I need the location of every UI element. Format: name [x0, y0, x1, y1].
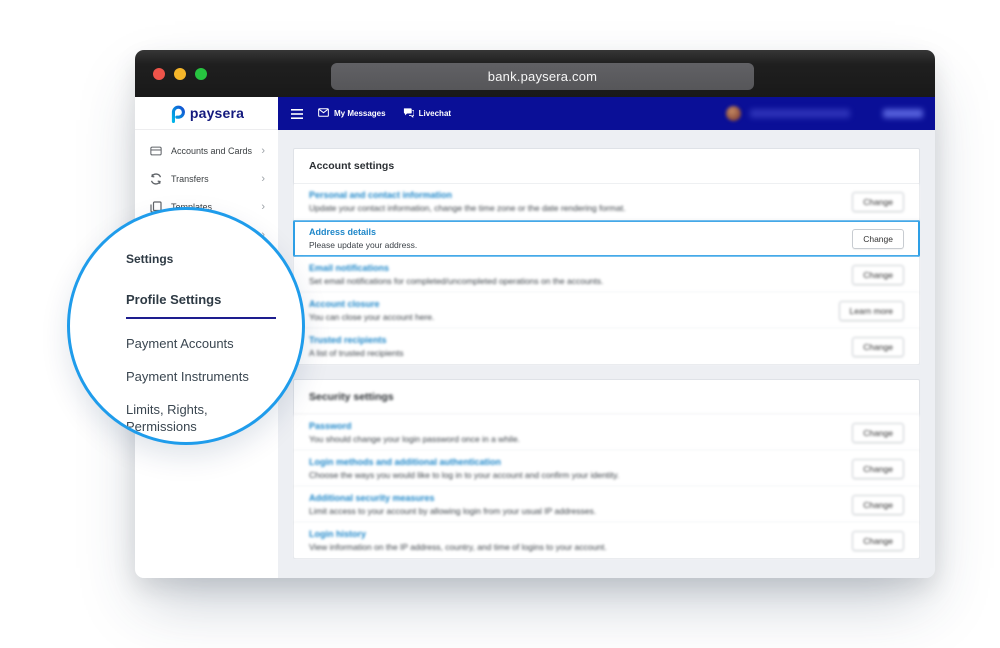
navbar-user-area — [726, 106, 923, 121]
change-button[interactable]: Change — [852, 494, 904, 515]
account-settings-card: Account settings Personal and contact in… — [293, 148, 920, 365]
sidebar-item-label: Transfers — [171, 174, 209, 184]
security-settings-rows: Password You should change your login pa… — [294, 415, 919, 558]
envelope-icon — [318, 107, 329, 120]
settings-section-title: Settings — [126, 252, 174, 266]
settings-row-link[interactable]: Password — [309, 421, 840, 431]
minimize-window-button[interactable] — [174, 68, 186, 80]
blurred-username[interactable] — [750, 109, 850, 118]
close-window-button[interactable] — [153, 68, 165, 80]
settings-row-description: Please update your address. — [309, 240, 418, 250]
sidebar-item-label: Accounts and Cards — [171, 146, 253, 156]
settings-menu-item[interactable]: Limits, Rights, Permissions — [126, 401, 258, 435]
transfer-icon — [150, 173, 162, 185]
chevron-right-icon: › — [261, 200, 265, 213]
navbar-menu: My Messages Livechat — [318, 107, 451, 120]
paysera-p-icon — [171, 105, 185, 123]
settings-row-link[interactable]: Login methods and additional authenticat… — [309, 457, 840, 467]
account-settings-title: Account settings — [294, 149, 919, 184]
change-button[interactable]: Change — [852, 191, 904, 212]
logout-button[interactable] — [883, 109, 923, 118]
sidebar-item[interactable]: Accounts and Cards › — [135, 137, 278, 165]
settings-menu-item[interactable]: Payment Accounts — [126, 335, 258, 352]
settings-row: Additional security measures Limit acces… — [294, 487, 919, 523]
change-button[interactable]: Learn more — [838, 300, 904, 321]
avatar[interactable] — [726, 106, 741, 121]
settings-row-link[interactable]: Login history — [309, 529, 840, 539]
chevron-right-icon: › — [261, 172, 265, 185]
browser-titlebar: bank.paysera.com — [135, 50, 935, 97]
card-icon — [150, 145, 162, 157]
settings-row: Login methods and additional authenticat… — [294, 451, 919, 487]
zoom-window-button[interactable] — [195, 68, 207, 80]
paysera-logo[interactable]: paysera — [135, 97, 278, 130]
security-settings-card: Security settings Password You should ch… — [293, 379, 920, 559]
navbar-item-label: My Messages — [334, 109, 386, 118]
change-button[interactable]: Change — [852, 336, 904, 357]
magnifier-circle: Settings Profile Settings Payment Accoun… — [67, 207, 305, 445]
settings-row: Personal and contact information Update … — [294, 184, 919, 220]
chat-icon — [403, 107, 415, 120]
navbar-item[interactable]: My Messages — [318, 107, 386, 120]
settings-row: Trusted recipients A list of trusted rec… — [294, 329, 919, 364]
settings-row-description: A list of trusted recipients — [309, 348, 404, 358]
settings-row-description: You can close your account here. — [309, 312, 435, 322]
settings-row-link[interactable]: Account closure — [309, 299, 827, 309]
settings-row-description: Update your contact information, change … — [309, 203, 626, 213]
settings-row-link[interactable]: Personal and contact information — [309, 190, 840, 200]
navbar-item[interactable]: Livechat — [403, 107, 451, 120]
change-button[interactable]: Change — [852, 530, 904, 551]
settings-row: Address details Please update your addre… — [293, 220, 920, 257]
chevron-right-icon: › — [261, 144, 265, 157]
settings-row-link[interactable]: Address details — [309, 227, 840, 237]
settings-row-link[interactable]: Additional security measures — [309, 493, 840, 503]
change-button[interactable]: Change — [852, 228, 904, 249]
settings-row-description: Set email notifications for completed/un… — [309, 276, 604, 286]
paysera-wordmark: paysera — [189, 105, 245, 121]
settings-row-link[interactable]: Email notifications — [309, 263, 840, 273]
settings-row-description: View information on the IP address, coun… — [309, 542, 607, 552]
navbar-item-label: Livechat — [418, 109, 452, 118]
change-button[interactable]: Change — [852, 264, 904, 285]
address-bar[interactable]: bank.paysera.com — [331, 63, 754, 90]
change-button[interactable]: Change — [852, 422, 904, 443]
security-settings-title: Security settings — [294, 380, 919, 415]
top-navbar: My Messages Livechat — [278, 97, 935, 130]
url-text: bank.paysera.com — [487, 69, 598, 84]
sidebar-item[interactable]: Transfers › — [135, 165, 278, 193]
page: bank.paysera.com paysera Accounts and Ca… — [0, 0, 1000, 648]
window-controls — [153, 68, 207, 80]
settings-row: Account closure You can close your accou… — [294, 293, 919, 329]
main-area: My Messages Livechat Account settings Pe… — [278, 97, 935, 578]
settings-content: Account settings Personal and contact in… — [278, 130, 935, 559]
settings-row-link[interactable]: Trusted recipients — [309, 335, 840, 345]
settings-row-description: Limit access to your account by allowing… — [309, 506, 597, 516]
change-button[interactable]: Change — [852, 458, 904, 479]
settings-row: Password You should change your login pa… — [294, 415, 919, 451]
settings-menu-item[interactable]: Payment Instruments — [126, 368, 258, 385]
menu-item-profile-settings[interactable]: Profile Settings — [126, 292, 276, 319]
settings-row: Email notifications Set email notificati… — [294, 257, 919, 293]
settings-row-description: Choose the ways you would like to log in… — [309, 470, 620, 480]
settings-row-description: You should change your login password on… — [309, 434, 520, 444]
account-settings-rows: Personal and contact information Update … — [293, 184, 920, 364]
settings-row: Login history View information on the IP… — [294, 523, 919, 558]
hamburger-icon[interactable] — [291, 108, 303, 119]
